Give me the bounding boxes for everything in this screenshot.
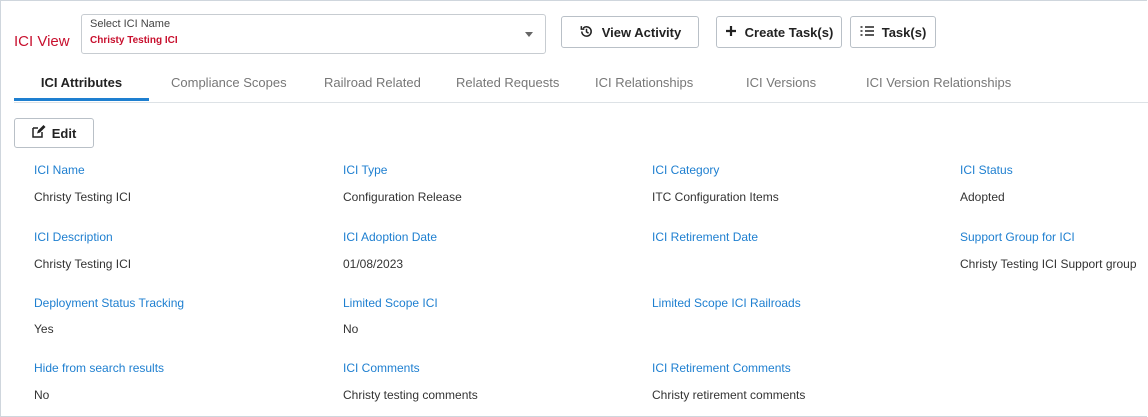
label-ici-status: ICI Status bbox=[960, 163, 1013, 177]
create-tasks-button[interactable]: Create Task(s) bbox=[716, 16, 842, 48]
label-ici-category: ICI Category bbox=[652, 163, 720, 177]
tasks-label: Task(s) bbox=[881, 24, 927, 40]
label-limited-scope-ici-railroads: Limited Scope ICI Railroads bbox=[652, 296, 801, 310]
value-limited-scope-ici: No bbox=[343, 322, 359, 336]
value-ici-adoption-date: 01/08/2023 bbox=[343, 257, 404, 271]
value-ici-category: ITC Configuration Items bbox=[652, 190, 779, 204]
history-icon bbox=[579, 24, 594, 41]
edit-button[interactable]: Edit bbox=[14, 118, 94, 148]
edit-icon bbox=[31, 125, 46, 141]
tab-ici-relationships[interactable]: ICI Relationships bbox=[595, 64, 693, 101]
tab-compliance-scopes[interactable]: Compliance Scopes bbox=[171, 64, 287, 101]
view-activity-button[interactable]: View Activity bbox=[561, 16, 699, 48]
create-tasks-label: Create Task(s) bbox=[744, 24, 834, 40]
list-icon bbox=[860, 25, 874, 39]
tab-ici-attributes[interactable]: ICI Attributes bbox=[14, 64, 149, 101]
plus-icon bbox=[725, 25, 737, 39]
label-deployment-status-tracking: Deployment Status Tracking bbox=[34, 296, 185, 310]
label-ici-retirement-comments: ICI Retirement Comments bbox=[652, 361, 791, 375]
label-ici-retirement-date: ICI Retirement Date bbox=[652, 230, 759, 244]
chevron-down-icon[interactable] bbox=[525, 32, 533, 37]
value-ici-retirement-comments: Christy retirement comments bbox=[652, 388, 806, 402]
header-bar: ICI View Select ICI Name Christy Testing… bbox=[0, 0, 1148, 62]
value-ici-status: Adopted bbox=[960, 190, 1005, 204]
tab-ici-versions[interactable]: ICI Versions bbox=[746, 64, 816, 101]
value-support-group: Christy Testing ICI Support group bbox=[960, 257, 1137, 271]
value-ici-type: Configuration Release bbox=[343, 190, 462, 204]
select-label: Select ICI Name bbox=[90, 18, 171, 30]
tasks-button[interactable]: Task(s) bbox=[850, 16, 936, 48]
value-ici-comments: Christy testing comments bbox=[343, 388, 478, 402]
page-frame bbox=[0, 0, 1147, 417]
tab-related-requests[interactable]: Related Requests bbox=[456, 64, 559, 101]
edit-label: Edit bbox=[51, 125, 77, 141]
label-ici-name: ICI Name bbox=[34, 163, 85, 177]
tab-bar: ICI Attributes Compliance Scopes Railroa… bbox=[14, 64, 1148, 103]
label-limited-scope-ici: Limited Scope ICI bbox=[343, 296, 438, 310]
label-ici-adoption-date: ICI Adoption Date bbox=[343, 230, 438, 244]
tab-railroad-related[interactable]: Railroad Related bbox=[324, 64, 421, 101]
value-deployment-status-tracking: Yes bbox=[34, 322, 54, 336]
select-value: Christy Testing ICI bbox=[90, 35, 178, 46]
ici-name-select[interactable]: Select ICI Name Christy Testing ICI bbox=[81, 14, 546, 54]
value-hide-from-search: No bbox=[34, 388, 50, 402]
label-ici-comments: ICI Comments bbox=[343, 361, 420, 375]
page-title: ICI View bbox=[14, 33, 70, 50]
label-ici-type: ICI Type bbox=[343, 163, 388, 177]
label-support-group: Support Group for ICI bbox=[960, 230, 1075, 244]
value-ici-description: Christy Testing ICI bbox=[34, 257, 132, 271]
view-activity-label: View Activity bbox=[601, 24, 682, 40]
label-ici-description: ICI Description bbox=[34, 230, 113, 244]
value-ici-name: Christy Testing ICI bbox=[34, 190, 132, 204]
tab-ici-version-relationships[interactable]: ICI Version Relationships bbox=[866, 64, 1011, 101]
label-hide-from-search: Hide from search results bbox=[34, 361, 165, 375]
